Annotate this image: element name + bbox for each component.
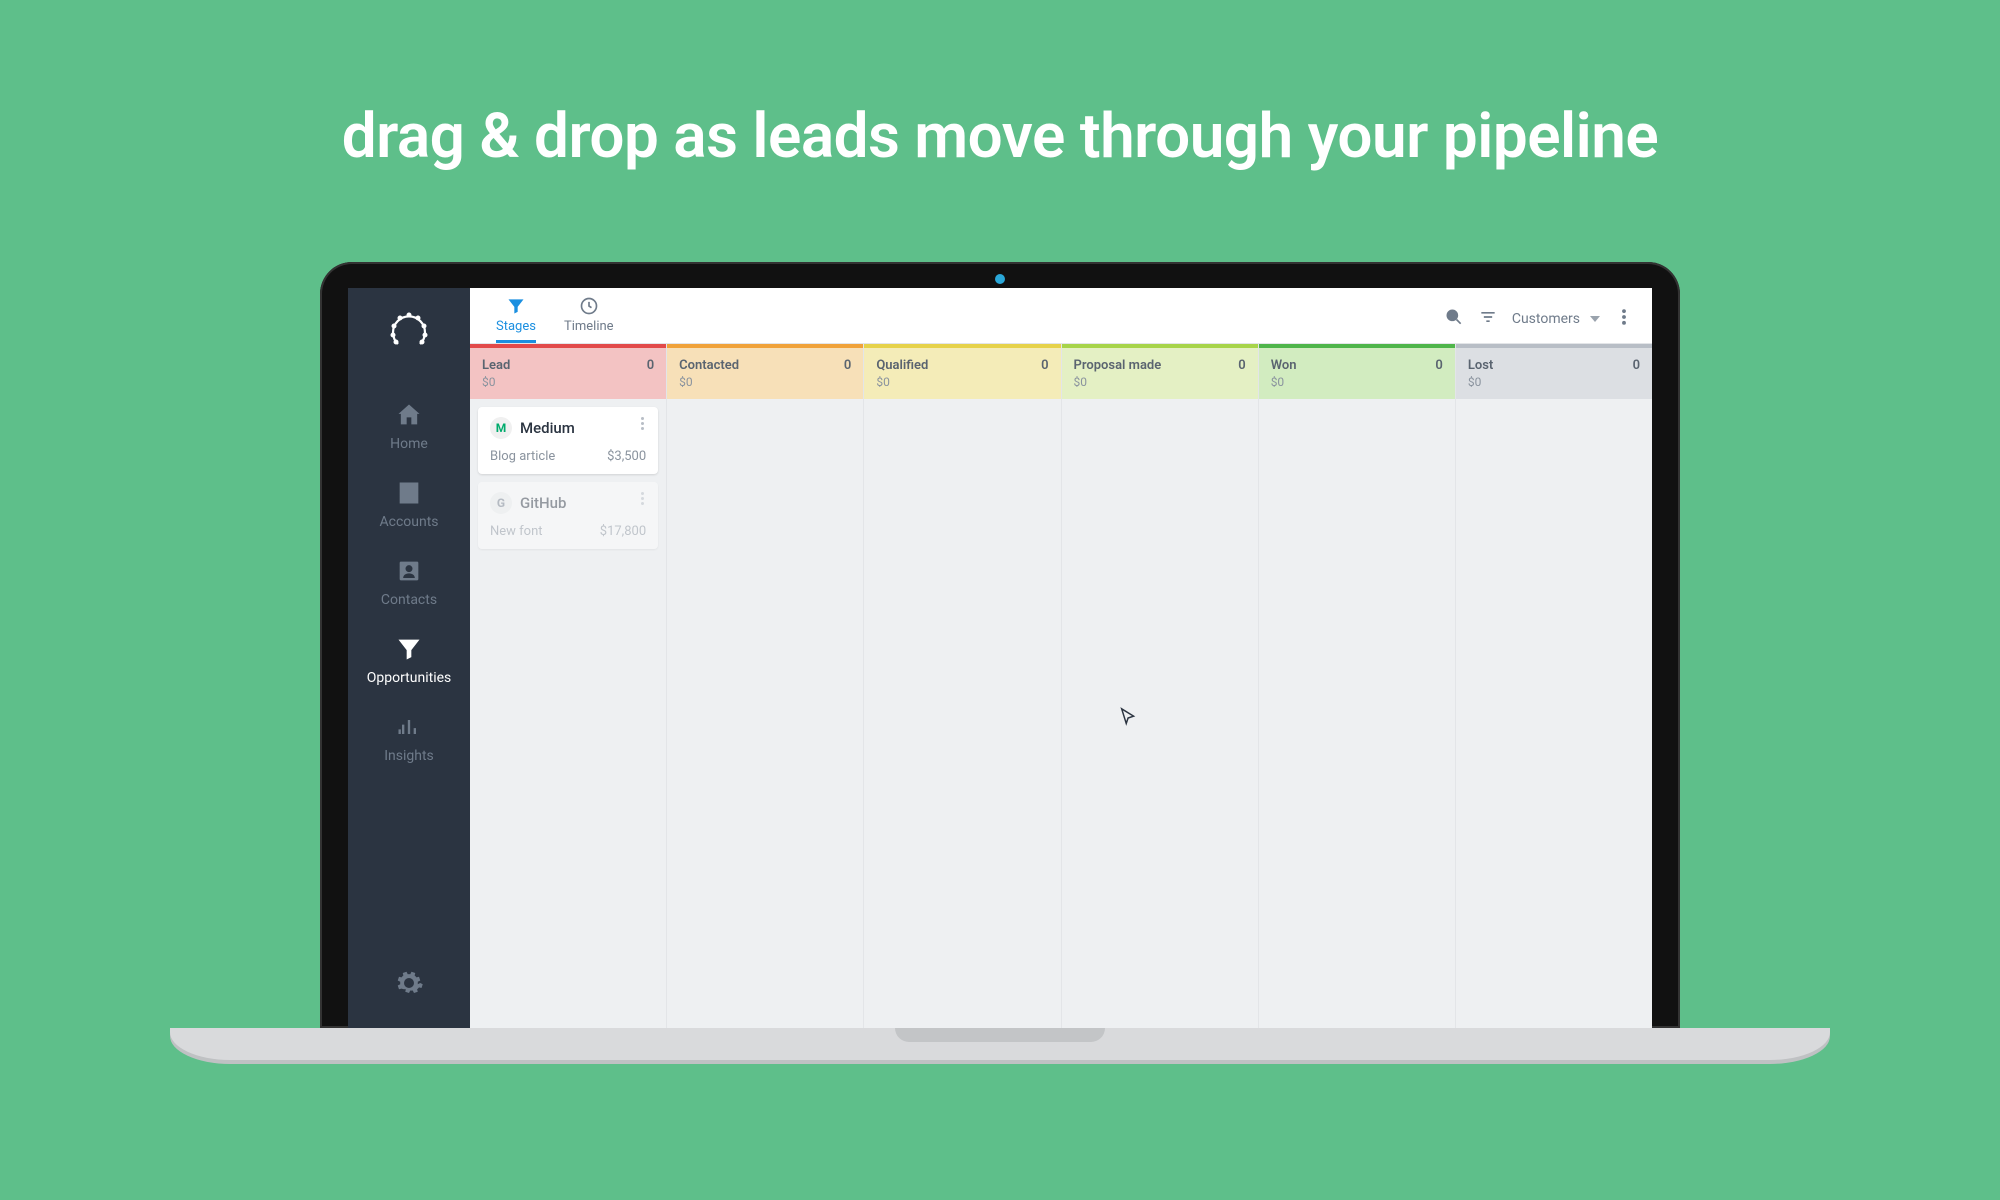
card-description: Blog article	[490, 449, 555, 464]
column-body[interactable]	[864, 399, 1060, 1028]
tab-stages[interactable]: Stages	[496, 295, 536, 343]
funnel-icon	[506, 295, 526, 317]
column-header: Contacted 0 $0	[667, 348, 863, 399]
column-header: Proposal made 0 $0	[1062, 348, 1258, 399]
column-count: 0	[1435, 358, 1442, 373]
settings-button[interactable]	[394, 968, 424, 1002]
gear-icon	[394, 983, 424, 1002]
column-body[interactable]: M Medium Blog article $3,500 G GitHub New font…	[470, 399, 666, 1028]
column-amount: $0	[876, 375, 1048, 389]
view-tabs: Stages Timeline	[488, 295, 614, 343]
column-amount: $0	[679, 375, 851, 389]
card-company: GitHub	[520, 494, 566, 512]
tab-label: Timeline	[564, 319, 614, 334]
pipeline-column[interactable]: Won 0 $0	[1259, 344, 1456, 1028]
contact-icon	[394, 556, 424, 586]
webcam-dot	[995, 274, 1005, 284]
search-button[interactable]	[1444, 307, 1464, 331]
column-count: 0	[647, 358, 654, 373]
column-count: 0	[844, 358, 851, 373]
pipeline-column[interactable]: Qualified 0 $0	[864, 344, 1061, 1028]
card-amount: $3,500	[607, 449, 646, 464]
funnel-icon	[394, 634, 424, 664]
column-header: Lost 0 $0	[1456, 348, 1652, 399]
column-count: 0	[1633, 358, 1640, 373]
home-icon	[394, 400, 424, 430]
tab-label: Stages	[496, 319, 536, 334]
sidebar-item-contacts[interactable]: Contacts	[348, 542, 470, 620]
company-logo-icon: M	[490, 417, 512, 439]
sidebar-item-label: Home	[390, 436, 428, 452]
column-body[interactable]	[1259, 399, 1455, 1028]
laptop-mockup: Home Accounts Contacts	[320, 262, 1680, 1060]
card-description: New font	[490, 524, 543, 539]
card-amount: $17,800	[600, 524, 646, 539]
marketing-headline: drag & drop as leads move through your p…	[0, 0, 2000, 173]
column-body[interactable]	[1456, 399, 1652, 1028]
chevron-down-icon	[1590, 316, 1600, 322]
filter-button[interactable]	[1478, 307, 1498, 331]
opportunity-card[interactable]: M Medium Blog article $3,500	[478, 407, 658, 474]
column-title: Contacted	[679, 358, 739, 373]
column-title: Proposal made	[1074, 358, 1162, 373]
card-company: Medium	[520, 419, 575, 437]
column-body[interactable]	[667, 399, 863, 1028]
pipeline-selected-label: Customers	[1512, 311, 1580, 327]
column-amount: $0	[1271, 375, 1443, 389]
pipeline-selector[interactable]: Customers	[1512, 311, 1600, 327]
column-count: 0	[1041, 358, 1048, 373]
clock-icon	[579, 295, 599, 317]
sidebar-item-label: Contacts	[381, 592, 437, 608]
sidebar-item-opportunities[interactable]: Opportunities	[348, 620, 470, 698]
main-content: Stages Timeline	[470, 288, 1652, 1028]
sidebar: Home Accounts Contacts	[348, 288, 470, 1028]
column-title: Won	[1271, 358, 1297, 373]
insights-icon	[394, 712, 424, 742]
app-logo-icon	[384, 306, 434, 356]
laptop-base	[170, 1028, 1830, 1060]
column-header: Won 0 $0	[1259, 348, 1455, 399]
column-title: Lost	[1468, 358, 1493, 373]
pipeline-column[interactable]: Contacted 0 $0	[667, 344, 864, 1028]
pipeline-board: Lead 0 $0 M Medium Blog article $3,500 G GitHub N…	[470, 344, 1652, 1028]
app-screen: Home Accounts Contacts	[348, 288, 1652, 1028]
pipeline-column[interactable]: Proposal made 0 $0	[1062, 344, 1259, 1028]
column-title: Qualified	[876, 358, 928, 373]
column-title: Lead	[482, 358, 510, 373]
sidebar-item-home[interactable]: Home	[348, 386, 470, 464]
building-icon	[394, 478, 424, 508]
tab-timeline[interactable]: Timeline	[564, 295, 614, 343]
column-amount: $0	[1074, 375, 1246, 389]
sidebar-item-label: Insights	[384, 748, 434, 764]
sidebar-item-label: Opportunities	[367, 670, 452, 686]
column-header: Lead 0 $0	[470, 348, 666, 399]
opportunity-card[interactable]: G GitHub New font $17,800	[478, 482, 658, 549]
kebab-icon	[1614, 307, 1634, 331]
sidebar-item-insights[interactable]: Insights	[348, 698, 470, 776]
pipeline-column[interactable]: Lead 0 $0 M Medium Blog article $3,500 G GitHub N…	[470, 344, 667, 1028]
card-menu-button[interactable]	[634, 492, 650, 505]
column-amount: $0	[482, 375, 654, 389]
company-logo-icon: G	[490, 492, 512, 514]
column-count: 0	[1238, 358, 1245, 373]
search-icon	[1444, 307, 1464, 331]
filter-lines-icon	[1478, 307, 1498, 331]
pipeline-column[interactable]: Lost 0 $0	[1456, 344, 1652, 1028]
column-amount: $0	[1468, 375, 1640, 389]
column-body[interactable]	[1062, 399, 1258, 1028]
sidebar-item-accounts[interactable]: Accounts	[348, 464, 470, 542]
topbar: Stages Timeline	[470, 288, 1652, 344]
card-menu-button[interactable]	[634, 417, 650, 430]
sidebar-item-label: Accounts	[379, 514, 438, 530]
more-menu-button[interactable]	[1614, 307, 1634, 331]
column-header: Qualified 0 $0	[864, 348, 1060, 399]
